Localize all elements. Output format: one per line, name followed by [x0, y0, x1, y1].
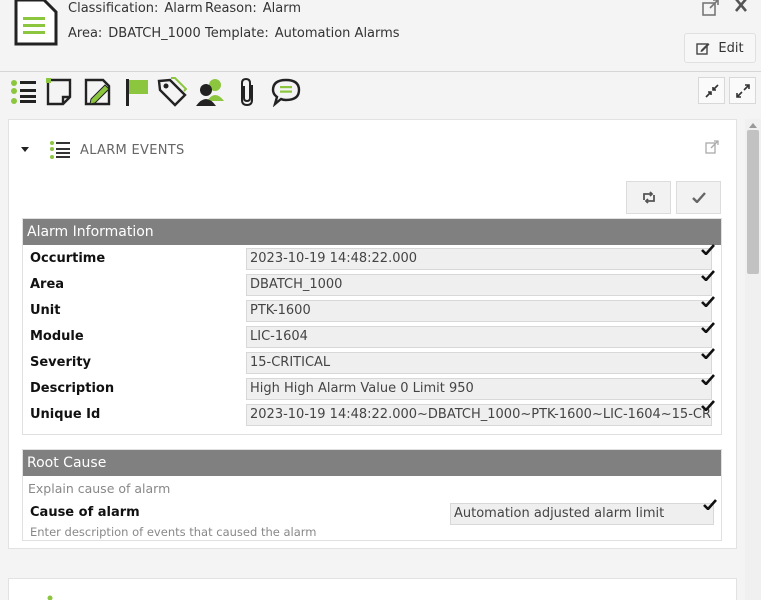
field-label-unique-id: Unique Id [30, 407, 101, 422]
note-icon[interactable] [45, 77, 75, 107]
list-icon [47, 595, 53, 600]
checkmark-icon [703, 499, 717, 510]
classification-label: Classification: [68, 1, 159, 16]
collapse-caret-icon[interactable] [21, 147, 29, 152]
checkmark-icon [701, 374, 715, 385]
refresh-button[interactable] [626, 181, 671, 214]
expand-icon [735, 83, 750, 98]
reason: Reason: Alarm [205, 1, 301, 16]
area-value: DBATCH_1000 [108, 26, 201, 41]
toolbar [0, 73, 761, 113]
classification: Classification: Alarm [68, 1, 203, 16]
reason-value: Alarm [262, 1, 302, 16]
cause-of-alarm-hint: Enter description of events that caused … [30, 525, 317, 539]
expand-button[interactable] [729, 77, 756, 104]
list-icon[interactable] [9, 77, 39, 107]
section-title: ALARM EVENTS [80, 143, 185, 158]
checkmark-icon [701, 400, 715, 411]
field-label-cause-of-alarm: Cause of alarm [30, 505, 140, 520]
field-label-area: Area [30, 277, 65, 292]
field-value-unique-id[interactable]: 2023-10-19 14:48:22.000~DBATCH_1000~PTK-… [246, 404, 712, 426]
field-label-occurtime: Occurtime [30, 251, 106, 266]
edit-button[interactable]: Edit [684, 33, 756, 63]
field-value-occurtime[interactable]: 2023-10-19 14:48:22.000 [246, 248, 712, 270]
field-label-severity: Severity [30, 355, 92, 370]
checkmark-icon [701, 296, 715, 307]
reason-label: Reason: [205, 1, 257, 16]
group-title: Alarm Information [23, 219, 721, 245]
template-label: Template: [205, 26, 269, 41]
users-icon[interactable] [195, 77, 225, 107]
field-label-description: Description [30, 381, 115, 396]
scrollbar-thumb[interactable] [747, 130, 759, 274]
compress-icon [704, 83, 719, 98]
field-label-unit: Unit [30, 303, 61, 318]
open-external-icon[interactable] [702, 0, 720, 16]
field-value-area[interactable]: DBATCH_1000 [246, 274, 712, 296]
checkmark-icon [701, 348, 715, 359]
checkmark-icon [701, 270, 715, 281]
edit-icon [696, 42, 710, 55]
flag-icon[interactable] [122, 77, 152, 107]
field-value-module[interactable]: LIC-1604 [246, 326, 712, 348]
field-value-unit[interactable]: PTK-1600 [246, 300, 712, 322]
field-label-module: Module [30, 329, 84, 344]
paperclip-icon[interactable] [234, 77, 264, 107]
cause-of-alarm-field[interactable]: Automation adjusted alarm limit [450, 503, 714, 525]
checkmark-icon [701, 244, 715, 255]
list-icon [50, 141, 70, 159]
tag-icon[interactable] [157, 77, 187, 107]
classification-value: Alarm [164, 1, 203, 16]
field-value-severity[interactable]: 15-CRITICAL [246, 352, 712, 374]
area: Area: DBATCH_1000 [68, 26, 201, 41]
edit-label: Edit [718, 40, 744, 56]
next-panel [8, 578, 737, 600]
root-cause-description: Explain cause of alarm [28, 481, 171, 496]
group-title: Root Cause [23, 450, 721, 476]
collapse-button[interactable] [698, 77, 725, 104]
area-label: Area: [68, 26, 103, 41]
header: Classification: Alarm Reason: Alarm Area: D… [0, 0, 761, 72]
comment-icon[interactable] [271, 77, 301, 107]
checkmark-icon [691, 192, 706, 203]
template-value: Automation Alarms [274, 26, 400, 41]
confirm-button[interactable] [676, 181, 721, 214]
retweet-icon [642, 191, 655, 204]
document-icon [14, 0, 58, 46]
checkmark-icon [701, 322, 715, 333]
open-external-icon[interactable] [705, 140, 719, 154]
close-icon[interactable] [733, 0, 749, 14]
template: Template: Automation Alarms [205, 26, 400, 41]
field-value-description[interactable]: High High Alarm Value 0 Limit 950 [246, 378, 712, 400]
edit-note-icon[interactable] [83, 77, 113, 107]
